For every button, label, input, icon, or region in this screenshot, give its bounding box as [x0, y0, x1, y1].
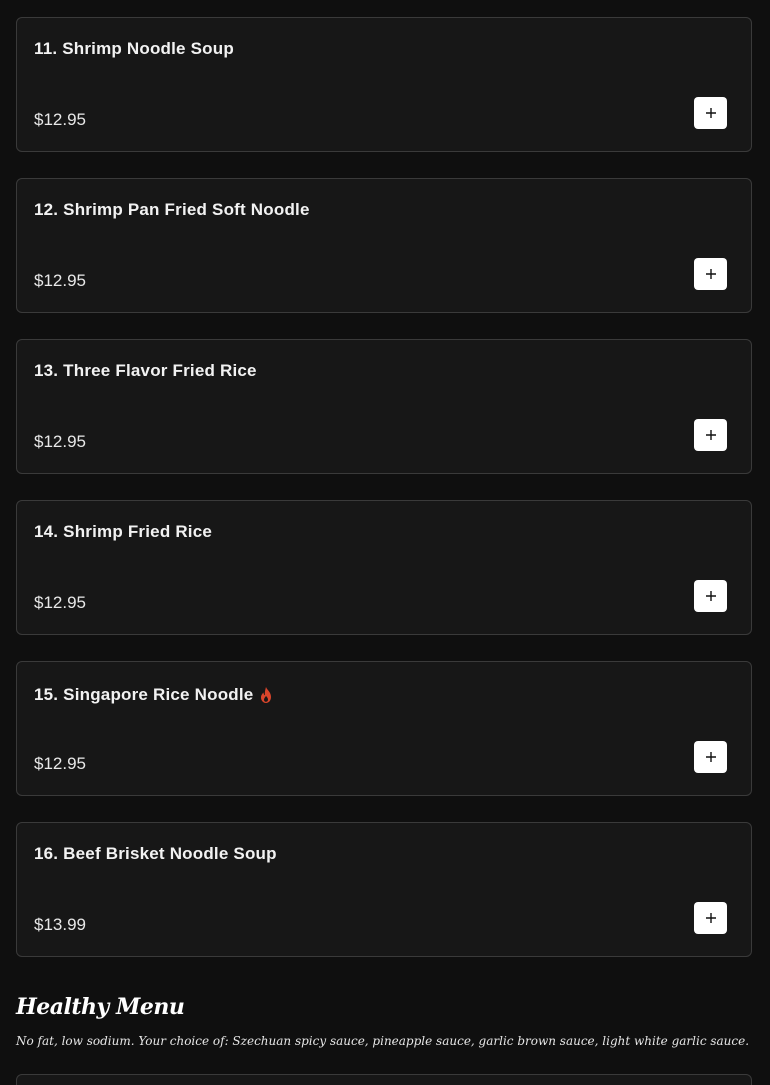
plus-icon — [705, 591, 716, 601]
menu-item-card[interactable]: 13. Three Flavor Fried Rice $12.95 — [16, 339, 752, 474]
menu-item-card[interactable]: 11. Shrimp Noodle Soup $12.95 — [16, 17, 752, 152]
menu-item-card[interactable]: 12. Shrimp Pan Fried Soft Noodle $12.95 — [16, 178, 752, 313]
plus-icon — [705, 752, 716, 762]
add-to-cart-button[interactable] — [694, 902, 727, 934]
menu-item-title: 16. Beef Brisket Noodle Soup — [34, 844, 277, 864]
plus-icon — [705, 913, 716, 923]
menu-item-title: 13. Three Flavor Fried Rice — [34, 361, 257, 381]
menu-item-price: $13.99 — [34, 915, 86, 934]
menu-item-price: $12.95 — [34, 271, 86, 290]
menu-item-title: 12. Shrimp Pan Fried Soft Noodle — [34, 200, 310, 220]
add-to-cart-button[interactable] — [694, 741, 727, 773]
section-description: No fat, low sodium. Your choice of: Szec… — [16, 1034, 750, 1048]
menu-item-title-text: 12. Shrimp Pan Fried Soft Noodle — [34, 200, 310, 219]
menu-item-price: $12.95 — [34, 432, 86, 451]
menu-item-price: $12.95 — [34, 593, 86, 612]
flame-icon — [261, 687, 272, 703]
menu-item-price: $12.95 — [34, 754, 86, 773]
section-title: Healthy Menu — [16, 994, 185, 1020]
plus-icon — [705, 430, 716, 440]
menu-item-title-text: 13. Three Flavor Fried Rice — [34, 361, 257, 380]
menu-item-title-text: 15. Singapore Rice Noodle — [34, 685, 254, 704]
menu-item-card[interactable] — [16, 1074, 752, 1085]
add-to-cart-button[interactable] — [694, 97, 727, 129]
add-to-cart-button[interactable] — [694, 258, 727, 290]
menu-item-card[interactable]: 16. Beef Brisket Noodle Soup $13.99 — [16, 822, 752, 957]
add-to-cart-button[interactable] — [694, 419, 727, 451]
menu-item-title-text: 16. Beef Brisket Noodle Soup — [34, 844, 277, 863]
menu-item-title: 14. Shrimp Fried Rice — [34, 522, 212, 542]
menu-item-card[interactable]: 15. Singapore Rice Noodle $12.95 — [16, 661, 752, 796]
add-to-cart-button[interactable] — [694, 580, 727, 612]
menu-item-title-text: 14. Shrimp Fried Rice — [34, 522, 213, 541]
menu-item-title: 15. Singapore Rice Noodle — [34, 685, 273, 705]
menu-item-title: 11. Shrimp Noodle Soup — [34, 39, 234, 59]
plus-icon — [705, 108, 716, 118]
plus-icon — [705, 269, 716, 279]
menu-item-title-text: 11. Shrimp Noodle Soup — [34, 39, 234, 58]
menu-item-card[interactable]: 14. Shrimp Fried Rice $12.95 — [16, 500, 752, 635]
menu-item-price: $12.95 — [34, 110, 86, 129]
